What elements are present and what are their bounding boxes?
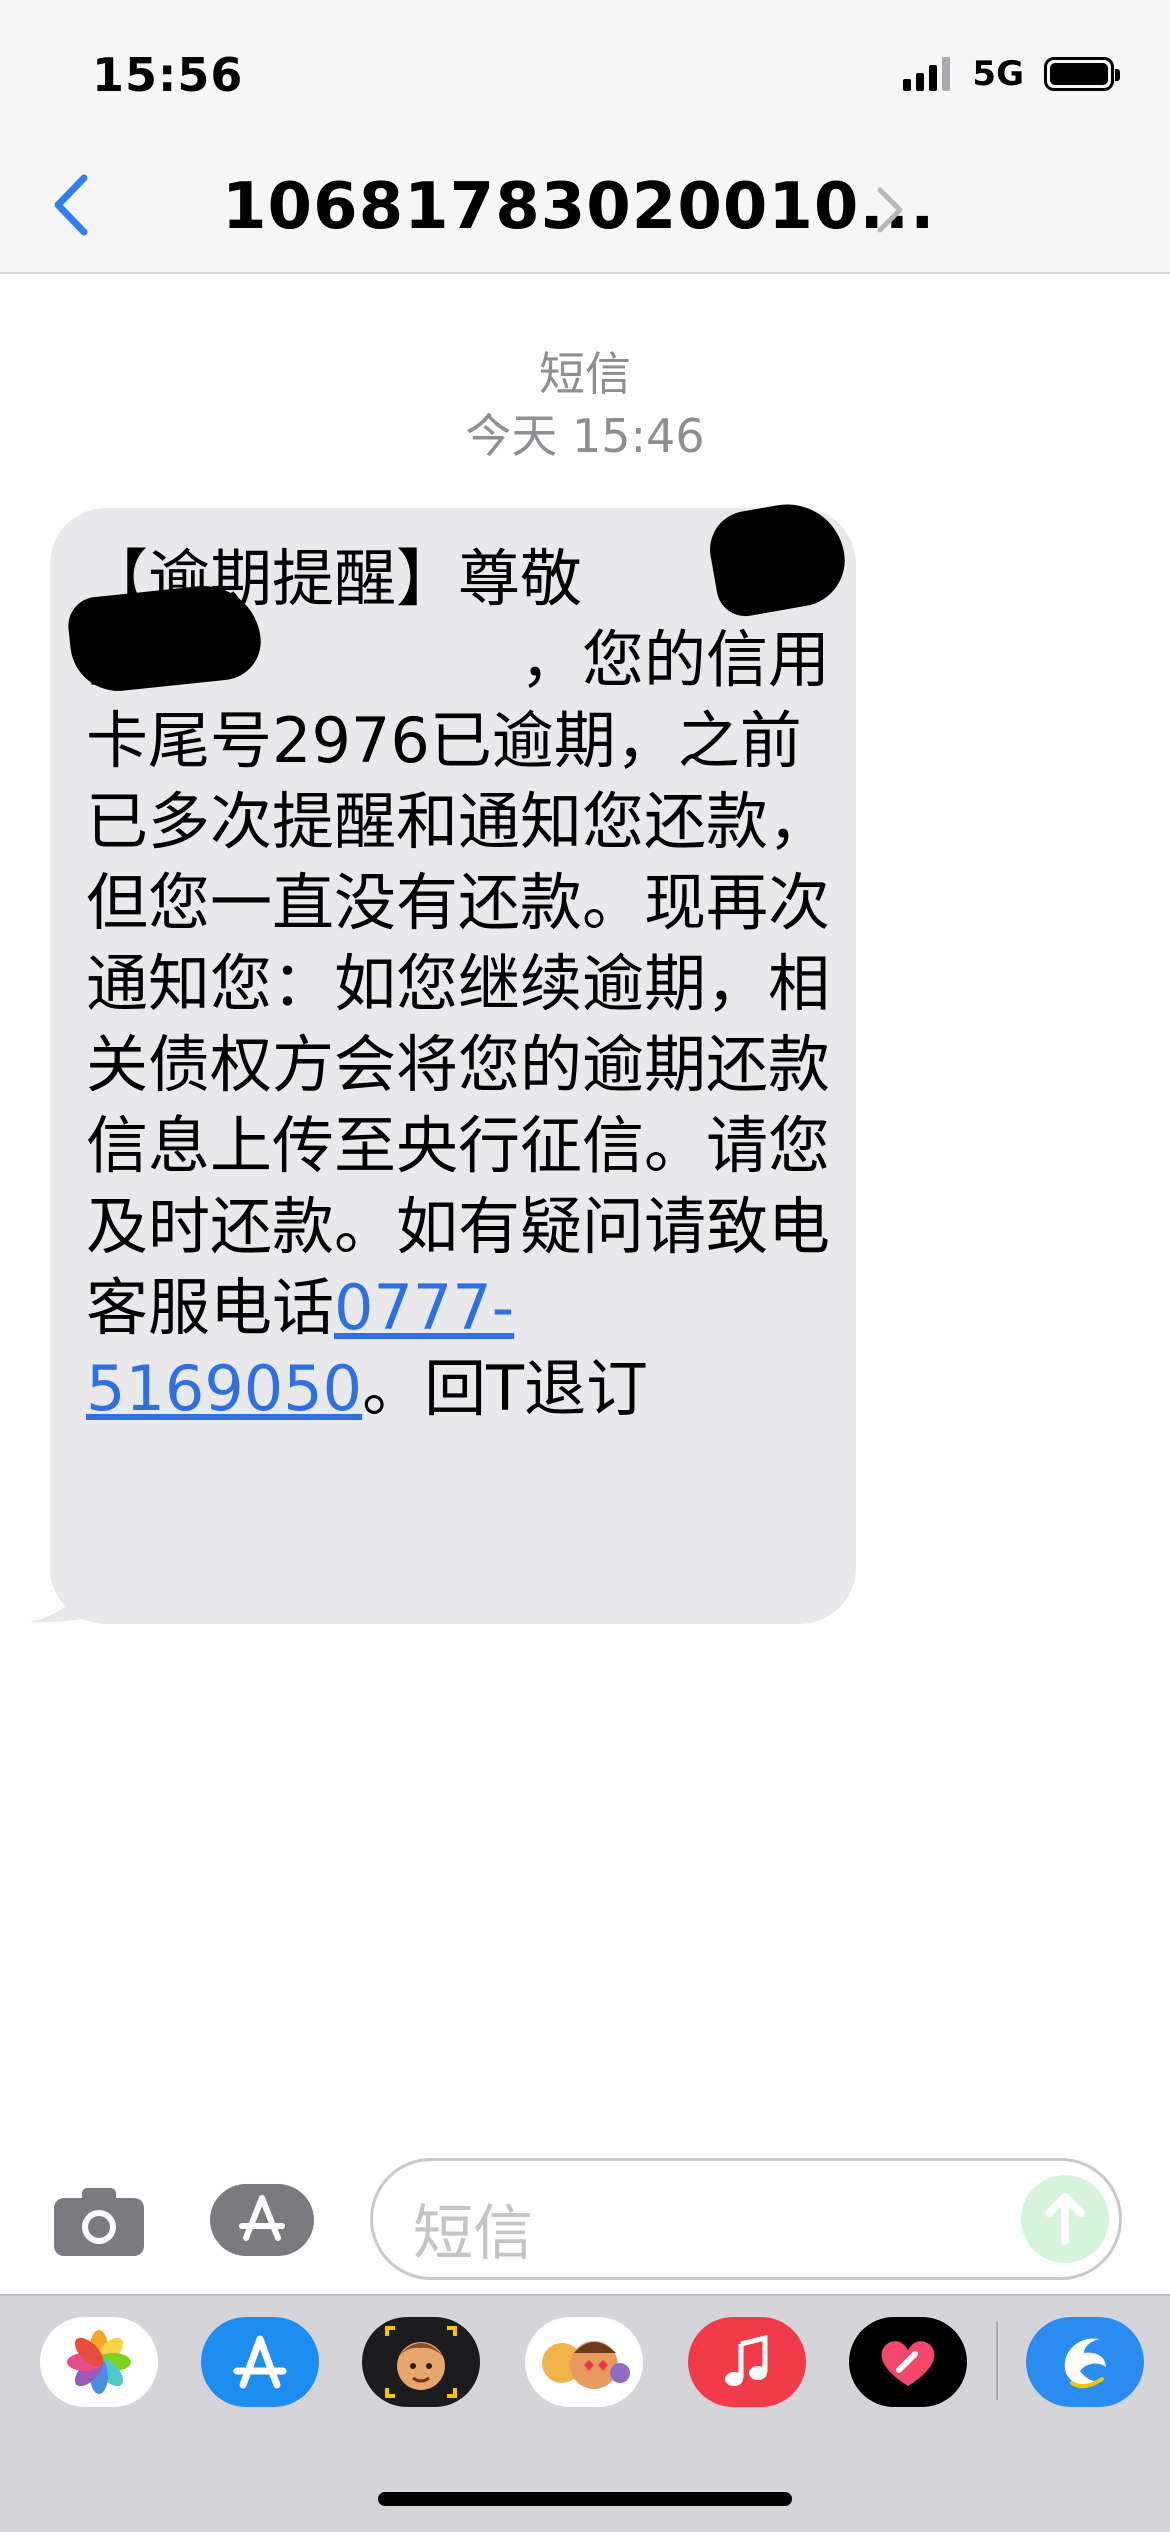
memoji-icon [385,2326,457,2398]
photos-icon [67,2330,131,2394]
animoji-icon [542,2341,630,2389]
music-icon [725,2334,768,2386]
music-app-button[interactable] [688,2317,806,2407]
app-store-button[interactable] [208,2180,320,2260]
send-button[interactable] [1021,2175,1109,2263]
digital-touch-icon [881,2341,935,2386]
status-indicators: 5G [903,54,1120,94]
message-body-end: 。回T退订 [362,1352,648,1425]
back-button[interactable] [44,170,100,240]
app-store-icon [233,2335,287,2389]
app-store-app-button[interactable] [201,2317,319,2407]
app-store-icon [210,2184,314,2256]
battery-icon [1044,57,1120,91]
status-time: 15:56 [92,48,244,102]
message-input[interactable]: 短信 [370,2158,1122,2280]
arrow-up-icon [1045,2193,1085,2245]
photos-app-button[interactable] [40,2317,158,2407]
home-indicator[interactable] [378,2492,792,2506]
memoji-app-button[interactable] [362,2317,480,2407]
message-service-label: 短信 [539,347,631,401]
animoji-app-button[interactable] [525,2317,643,2407]
dolphin-app-button[interactable] [1026,2317,1144,2407]
cellular-signal-icon [903,57,951,91]
contact-detail-button[interactable] [870,182,910,238]
digital-touch-app-button[interactable] [849,2317,967,2407]
navigation-bar: 15:56 5G 10681783020010... [0,0,1170,274]
message-timestamp: 今天 15:46 [465,409,705,463]
drawer-divider [996,2322,998,2400]
chevron-right-icon [877,187,903,233]
network-type: 5G [972,54,1024,94]
camera-button[interactable] [52,2186,146,2258]
message-input-placeholder: 短信 [413,2199,533,2269]
dolphin-app-icon [1064,2338,1106,2389]
contact-title[interactable]: 10681783020010... [222,170,935,244]
chevron-left-icon [54,174,88,236]
camera-icon [54,2188,144,2256]
